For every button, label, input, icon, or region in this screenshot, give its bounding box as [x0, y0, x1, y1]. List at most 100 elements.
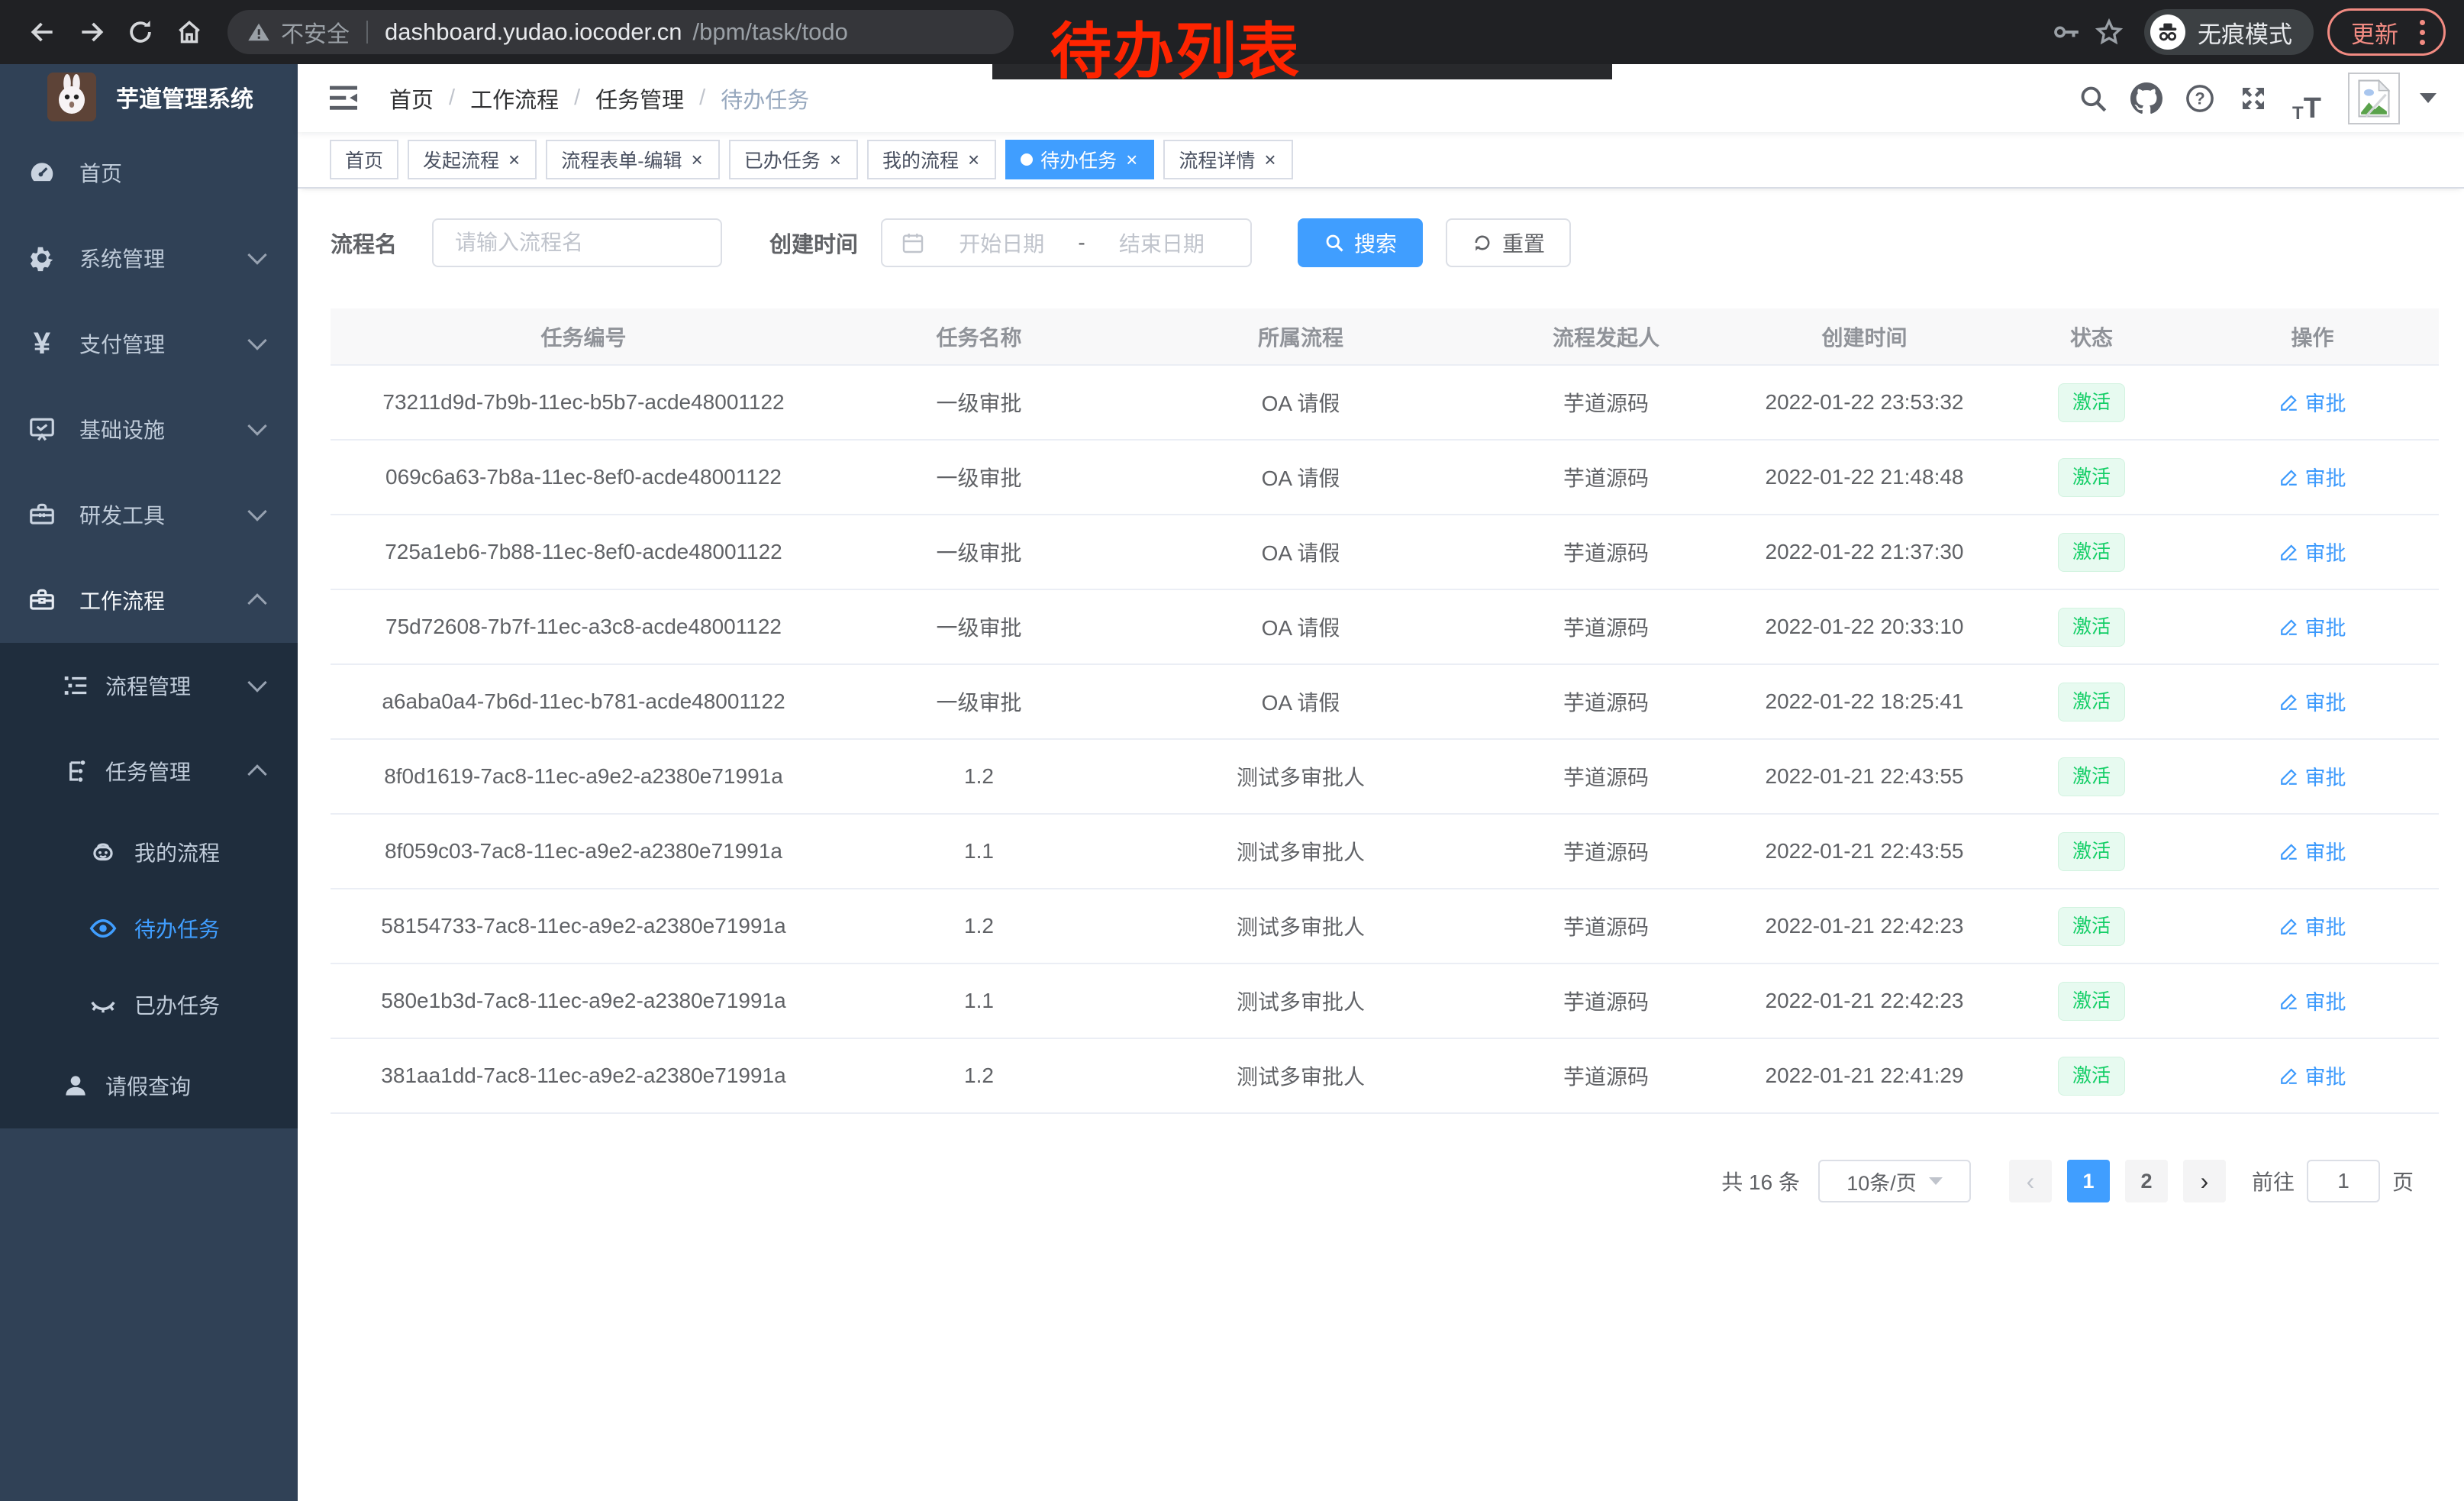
breadcrumb-task-mgmt[interactable]: 任务管理 — [595, 82, 684, 115]
browser-reload-button[interactable] — [116, 8, 165, 56]
approve-label: 审批 — [2305, 612, 2346, 641]
reset-button[interactable]: 重置 — [1446, 218, 1571, 267]
not-secure-warning-icon — [247, 21, 270, 44]
sidebar-item-leave-query[interactable]: 请假查询 — [0, 1043, 298, 1128]
tab-close-icon[interactable]: × — [828, 150, 843, 169]
sidebar-item-task-mgmt[interactable]: 任务管理 — [0, 728, 298, 814]
monitor-icon — [26, 413, 58, 445]
cell-actions: 审批 — [2186, 964, 2439, 1038]
cell-status: 激活 — [1997, 440, 2186, 515]
cell-status: 激活 — [1997, 739, 2186, 814]
incognito-badge: 无痕模式 — [2144, 9, 2314, 55]
process-name-input[interactable] — [432, 218, 722, 267]
goto-page-input[interactable] — [2307, 1160, 2380, 1202]
approve-link[interactable]: 审批 — [2279, 1060, 2346, 1090]
sidebar-item-todo-task[interactable]: 待办任务 — [0, 890, 298, 967]
sidebar-item-pay[interactable]: ¥ 支付管理 — [0, 301, 298, 386]
header-search-button[interactable] — [2069, 74, 2117, 123]
cell-starter: 芋道源码 — [1480, 440, 1732, 515]
password-key-button[interactable] — [2045, 11, 2088, 53]
approve-link[interactable]: 审批 — [2279, 686, 2346, 716]
cell-starter: 芋道源码 — [1480, 814, 1732, 889]
refresh-icon — [1472, 232, 1493, 253]
tab-4[interactable]: 已办任务× — [729, 140, 858, 179]
sidebar-item-workflow[interactable]: 工作流程 — [0, 557, 298, 643]
approve-label: 审批 — [2305, 1060, 2346, 1090]
github-link-button[interactable] — [2122, 74, 2171, 123]
cell-actions: 审批 — [2186, 589, 2439, 664]
sidebar-item-home[interactable]: 首页 — [0, 130, 298, 215]
browser-forward-button[interactable] — [67, 8, 116, 56]
browser-home-button[interactable] — [165, 8, 214, 56]
pencil-icon — [2279, 392, 2299, 412]
browser-update-button[interactable]: 更新 — [2327, 8, 2446, 56]
font-size-button[interactable]: TT — [2282, 74, 2331, 123]
approve-link[interactable]: 审批 — [2279, 462, 2346, 492]
chevron-up-icon — [247, 764, 266, 783]
avatar-dropdown-caret[interactable] — [2420, 93, 2437, 103]
tab-2[interactable]: 发起流程× — [408, 140, 537, 179]
page-size-select[interactable]: 10条/页 — [1818, 1160, 1971, 1202]
sidebar-item-my-process[interactable]: 我的流程 — [0, 814, 298, 890]
sidebar-item-label: 已办任务 — [134, 989, 220, 1020]
status-badge: 激活 — [2058, 1057, 2125, 1096]
address-bar[interactable]: 不安全 dashboard.yudao.iocoder.cn/bpm/task/… — [227, 10, 1014, 54]
tab-7[interactable]: 流程详情× — [1163, 140, 1292, 179]
sidebar-item-system[interactable]: 系统管理 — [0, 215, 298, 301]
sidebar-item-label: 工作流程 — [79, 585, 165, 615]
bookmark-star-button[interactable] — [2088, 11, 2130, 53]
approve-link[interactable]: 审批 — [2279, 387, 2346, 417]
col-task-id: 任务编号 — [331, 308, 837, 365]
sidebar-item-infra[interactable]: 基础设施 — [0, 386, 298, 472]
tab-close-icon[interactable]: × — [690, 150, 705, 169]
next-page-button[interactable]: › — [2183, 1160, 2226, 1202]
page-suffix-label: 页 — [2392, 1166, 2414, 1196]
table-row: 75d72608-7b7f-11ec-a3c8-acde48001122一级审批… — [331, 589, 2439, 664]
approve-link[interactable]: 审批 — [2279, 911, 2346, 941]
arrow-left-icon — [28, 18, 57, 47]
search-icon — [1324, 232, 1345, 253]
date-range-picker[interactable]: 开始日期 - 结束日期 — [881, 218, 1252, 267]
search-icon — [2077, 82, 2109, 115]
help-button[interactable]: ? — [2175, 74, 2224, 123]
approve-label: 审批 — [2305, 836, 2346, 866]
avatar[interactable] — [2348, 73, 2400, 124]
cell-task-name: 一级审批 — [837, 515, 1121, 589]
tab-6[interactable]: 待办任务× — [1005, 140, 1154, 179]
approve-link[interactable]: 审批 — [2279, 986, 2346, 1015]
approve-link[interactable]: 审批 — [2279, 537, 2346, 567]
sidebar-item-dev[interactable]: 研发工具 — [0, 472, 298, 557]
tab-close-icon[interactable]: × — [1124, 150, 1139, 169]
cell-actions: 审批 — [2186, 365, 2439, 440]
sidebar-item-label: 流程管理 — [105, 670, 191, 701]
prev-page-button[interactable]: ‹ — [2009, 1160, 2052, 1202]
browser-back-button[interactable] — [18, 8, 67, 56]
sidebar-item-done-task[interactable]: 已办任务 — [0, 967, 298, 1043]
approve-label: 审批 — [2305, 986, 2346, 1015]
col-status: 状态 — [1997, 308, 2186, 365]
sidebar-item-process-mgmt[interactable]: 流程管理 — [0, 643, 298, 728]
page-button-2[interactable]: 2 — [2125, 1160, 2168, 1202]
app-logo-row[interactable]: 芋道管理系统 — [0, 64, 298, 130]
browser-menu-icon[interactable] — [2414, 20, 2431, 45]
breadcrumb-home[interactable]: 首页 — [389, 82, 434, 115]
approve-link[interactable]: 审批 — [2279, 836, 2346, 866]
fullscreen-button[interactable] — [2229, 74, 2278, 123]
cell-task-name: 1.1 — [837, 814, 1121, 889]
tab-close-icon[interactable]: × — [1263, 150, 1277, 169]
approve-link[interactable]: 审批 — [2279, 761, 2346, 791]
cell-created: 2022-01-21 22:43:55 — [1732, 814, 1997, 889]
sidebar-fold-button[interactable] — [325, 80, 362, 117]
tab-close-icon[interactable]: × — [507, 150, 521, 169]
page-button-1[interactable]: 1 — [2067, 1160, 2110, 1202]
sidebar-item-label: 首页 — [79, 157, 122, 188]
annotation-text: 待办列表 — [1050, 21, 1301, 82]
tab-1[interactable]: 首页 — [330, 140, 398, 179]
approve-link[interactable]: 审批 — [2279, 612, 2346, 641]
tab-5[interactable]: 我的流程× — [867, 140, 996, 179]
search-button[interactable]: 搜索 — [1298, 218, 1423, 267]
pencil-icon — [2279, 991, 2299, 1011]
tab-3[interactable]: 流程表单-编辑× — [546, 140, 720, 179]
breadcrumb-workflow[interactable]: 工作流程 — [470, 82, 559, 115]
tab-close-icon[interactable]: × — [966, 150, 981, 169]
